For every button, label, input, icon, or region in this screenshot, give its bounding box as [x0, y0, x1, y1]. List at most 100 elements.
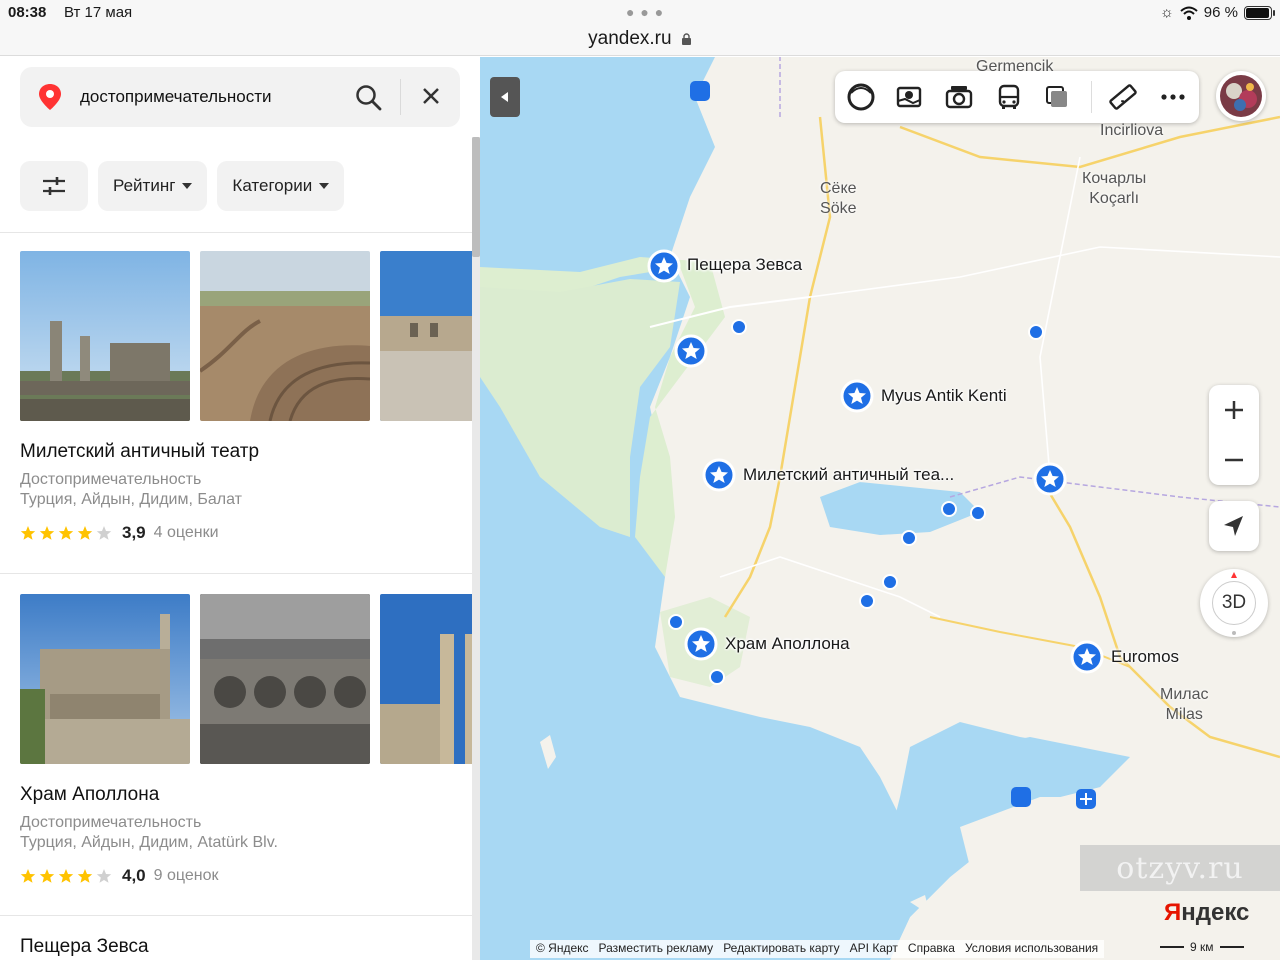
scale-label: 9 км [1190, 940, 1214, 954]
collapse-panel-button[interactable] [490, 77, 520, 117]
poi-label[interactable]: Euromos [1111, 647, 1179, 667]
poi-label[interactable]: Храм Аполлона [725, 634, 850, 654]
wifi-icon [1180, 6, 1198, 20]
rating-filter-label: Рейтинг [113, 176, 176, 195]
photo-strip[interactable] [20, 251, 480, 421]
reviews-count[interactable]: 9 оценок [154, 867, 219, 885]
rating-stars [20, 525, 112, 541]
result-rating: 3,9 4 оценки [20, 523, 219, 543]
result-photo[interactable] [20, 251, 190, 421]
logo-rest: ндекс [1181, 899, 1250, 926]
result-photo[interactable] [380, 594, 480, 764]
poi-dot [941, 501, 957, 517]
bus-stop-icon [690, 81, 710, 101]
close-icon[interactable] [418, 83, 444, 109]
result-photo[interactable] [20, 594, 190, 764]
result-title[interactable]: Храм Аполлона [20, 784, 159, 806]
result-address: Турция, Айдын, Дидим, Atatürk Blv. [20, 834, 278, 851]
address-bar[interactable]: yandex.ru [0, 28, 1280, 50]
result-category: Достопримечательность [20, 814, 202, 831]
alice-assistant-icon[interactable] [845, 81, 877, 113]
map-type-icon[interactable] [1041, 81, 1073, 113]
poi-marker[interactable] [1033, 462, 1067, 501]
star-marker-icon [1070, 640, 1104, 674]
rating-stars [20, 868, 112, 884]
star-icon [77, 526, 93, 540]
star-icon [20, 869, 36, 883]
avatar-image [1220, 75, 1262, 117]
result-photo[interactable] [200, 594, 370, 764]
poi-dot [709, 669, 725, 685]
location-pin-icon [39, 84, 61, 110]
more-icon[interactable] [1157, 81, 1189, 113]
footer-ads-link[interactable]: Разместить рекламу [599, 941, 714, 957]
reviews-count[interactable]: 4 оценки [154, 524, 219, 542]
poi-marker-zeus-cave[interactable] [647, 249, 681, 288]
poi-dot [970, 505, 986, 521]
my-location-button[interactable] [1209, 501, 1259, 551]
search-input[interactable]: достопримечательности [80, 87, 271, 107]
yandex-logo[interactable]: Яндекс [1164, 899, 1249, 927]
star-icon [20, 526, 36, 540]
footer-edit-link[interactable]: Редактировать карту [723, 941, 839, 957]
poi-marker-miletus-theatre[interactable] [702, 458, 736, 497]
categories-filter-button[interactable]: Категории [217, 161, 345, 211]
footer-help-link[interactable]: Справка [908, 941, 955, 957]
result-title[interactable]: Милетский античный театр [20, 441, 259, 463]
result-address: Турция, Айдын, Дидим, Балат [20, 491, 242, 508]
result-photo[interactable] [380, 251, 480, 421]
map-layers-icon[interactable] [893, 81, 925, 113]
poi-marker-euromos[interactable] [1070, 640, 1104, 679]
chevron-left-icon [501, 92, 508, 102]
3d-toggle-button[interactable]: 3D [1200, 569, 1268, 637]
footer-terms-link[interactable]: Условия использования [965, 941, 1098, 957]
result-photo[interactable] [200, 251, 370, 421]
sliders-icon [43, 177, 65, 195]
rating-filter-button[interactable]: Рейтинг [98, 161, 208, 211]
star-icon [96, 869, 112, 883]
star-icon [39, 526, 55, 540]
map[interactable]: Germencik İncirliova Сёке Söke Кочарлы K… [480, 57, 1280, 960]
map-scale: 9 км [1160, 940, 1244, 954]
poi-marker-apollo-temple[interactable] [684, 627, 718, 666]
result-card[interactable]: Милетский античный театр Достопримечател… [0, 251, 480, 573]
user-avatar[interactable] [1216, 71, 1266, 121]
result-category: Достопримечательность [20, 471, 202, 488]
poi-dot [1028, 324, 1044, 340]
multitask-dots-icon[interactable]: ● ● ● [626, 4, 664, 20]
ruler-icon[interactable] [1107, 81, 1139, 113]
zoom-in-button[interactable] [1209, 385, 1259, 435]
star-marker-icon [702, 458, 736, 492]
divider [400, 79, 401, 115]
search-box[interactable]: достопримечательности [20, 67, 460, 127]
poi-marker[interactable] [674, 334, 708, 373]
star-icon [77, 869, 93, 883]
brightness-icon: ☼ [1160, 4, 1174, 21]
footer-copyright[interactable]: © Яндекс [536, 941, 589, 957]
scrollbar-thumb[interactable] [472, 137, 480, 257]
scrollbar[interactable] [472, 137, 480, 960]
result-card[interactable]: Пещера Зевса [0, 934, 480, 960]
divider [0, 232, 480, 233]
search-icon[interactable] [354, 83, 384, 113]
browser-status-bar: 08:38 Вт 17 мая ● ● ● yandex.ru ☼ 96 % [0, 0, 1280, 56]
logo-first-letter: Я [1164, 899, 1182, 926]
categories-filter-label: Категории [232, 176, 313, 195]
footer-api-link[interactable]: API Карт [850, 941, 898, 957]
star-marker-icon [674, 334, 708, 368]
scale-bar [1219, 946, 1244, 948]
poi-marker-myus[interactable] [840, 379, 874, 418]
watermark: otzyv.ru [1080, 845, 1280, 891]
poi-label[interactable]: Пещера Зевса [687, 255, 802, 275]
transport-bus-icon[interactable] [993, 81, 1025, 113]
poi-label[interactable]: Милетский античный теа... [743, 465, 954, 485]
poi-label[interactable]: Myus Antik Kenti [881, 386, 1007, 406]
panorama-camera-icon[interactable] [943, 81, 975, 113]
photo-strip[interactable] [20, 594, 480, 764]
zoom-out-button[interactable] [1209, 435, 1259, 485]
filter-settings-button[interactable] [20, 161, 88, 211]
result-title[interactable]: Пещера Зевса [20, 936, 149, 958]
scale-bar [1160, 946, 1184, 948]
result-card[interactable]: Храм Аполлона Достопримечательность Турц… [0, 594, 480, 916]
rating-value: 4,0 [122, 866, 146, 885]
